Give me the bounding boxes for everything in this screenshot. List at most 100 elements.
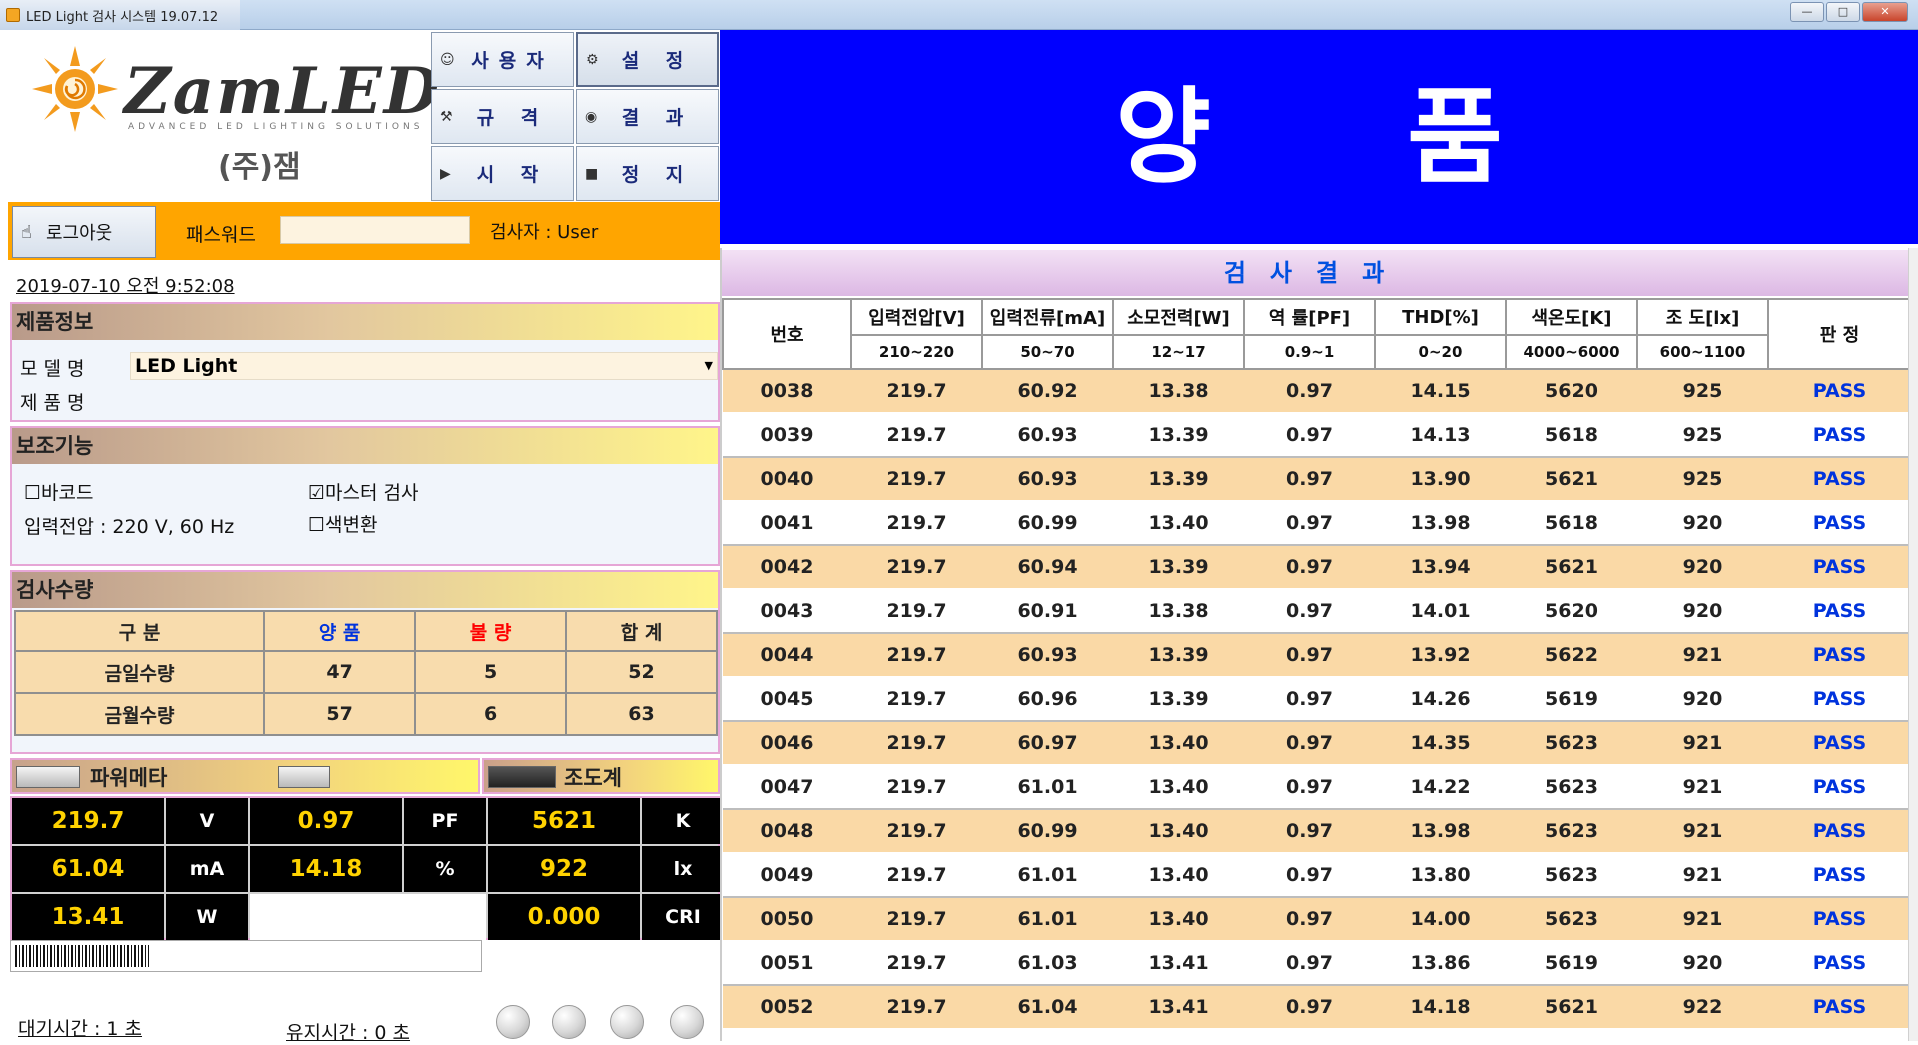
model-value: LED Light <box>135 355 238 377</box>
table-row[interactable]: 0044 219.7 60.93 13.39 0.97 13.92 5622 921 PASS <box>723 632 1911 678</box>
table-cell: 13.40 <box>1113 720 1244 766</box>
table-cell: 920 <box>1637 500 1768 546</box>
table-cell: 13.92 <box>1375 632 1506 678</box>
judgement-cell: PASS <box>1768 456 1911 502</box>
aux-header: 보조기능 <box>12 428 718 464</box>
table-cell: 13.98 <box>1375 500 1506 546</box>
table-row[interactable]: 0051 219.7 61.03 13.41 0.97 13.86 5619 920 PASS <box>723 940 1911 986</box>
table-cell: 14.35 <box>1375 720 1506 766</box>
table-row[interactable]: 0047 219.7 61.01 13.40 0.97 14.22 5623 921 PASS <box>723 764 1911 810</box>
table-cell: 5623 <box>1506 720 1637 766</box>
settings-button[interactable]: ⚙ 설 정 <box>576 32 719 87</box>
judgement-cell: PASS <box>1768 588 1911 634</box>
table-row[interactable]: 0050 219.7 61.01 13.40 0.97 14.00 5623 921 PASS <box>723 896 1911 942</box>
table-cell: 13.38 <box>1113 368 1244 414</box>
count-month-bad: 6 <box>414 692 568 736</box>
current-unit: mA <box>166 846 248 892</box>
judgement-cell: PASS <box>1768 500 1911 546</box>
stop-button[interactable]: ■ 정 지 <box>576 146 719 201</box>
barcode-input[interactable] <box>10 940 482 972</box>
table-cell: 14.26 <box>1375 676 1506 722</box>
table-cell: 60.93 <box>982 412 1113 458</box>
table-cell: 5623 <box>1506 896 1637 942</box>
user-button[interactable]: ☺ 사용자 <box>431 32 574 87</box>
table-row[interactable]: 0043 219.7 60.91 13.38 0.97 14.01 5620 920 PASS <box>723 588 1911 634</box>
table-cell: 920 <box>1637 940 1768 986</box>
password-input[interactable] <box>280 216 470 244</box>
color-conversion-checkbox[interactable]: ☐색변환 <box>308 510 378 537</box>
table-cell: 13.40 <box>1113 808 1244 854</box>
table-row[interactable]: 0046 219.7 60.97 13.40 0.97 14.35 5623 921 PASS <box>723 720 1911 766</box>
count-col-bad: 불 량 <box>414 610 568 652</box>
table-row[interactable]: 0045 219.7 60.96 13.39 0.97 14.26 5619 920 PASS <box>723 676 1911 722</box>
result-icon: ◉ <box>585 108 598 125</box>
table-cell: 13.38 <box>1113 588 1244 634</box>
table-row[interactable]: 0042 219.7 60.94 13.39 0.97 13.94 5621 920 PASS <box>723 544 1911 590</box>
table-cell: 60.94 <box>982 544 1113 590</box>
thd-reading: 14.18 <box>250 846 402 892</box>
table-cell: 219.7 <box>851 500 982 546</box>
spec-button[interactable]: ⚒ 규 격 <box>431 89 574 144</box>
table-row[interactable]: 0048 219.7 60.99 13.40 0.97 13.98 5623 921 PASS <box>723 808 1911 854</box>
result-button[interactable]: ◉ 결 과 <box>576 89 719 144</box>
master-checkbox[interactable]: ☑마스터 검사 <box>308 478 419 505</box>
count-month-label: 금월수량 <box>13 692 266 736</box>
table-row[interactable]: 0049 219.7 61.01 13.40 0.97 13.80 5623 921 PASS <box>723 852 1911 898</box>
settings-button-label: 설 정 <box>621 50 694 72</box>
table-cell: 60.92 <box>982 368 1113 414</box>
table-row[interactable]: 0041 219.7 60.99 13.40 0.97 13.98 5618 920 PASS <box>723 500 1911 546</box>
table-cell: 921 <box>1637 896 1768 942</box>
play-icon: ▶ <box>440 165 451 182</box>
color-conversion-label: 색변환 <box>325 514 378 536</box>
power-meter-header: 파워메타 <box>10 758 480 794</box>
chevron-down-icon[interactable]: ▼ <box>705 353 713 379</box>
lux-meter-device-icon <box>488 766 556 788</box>
power-reading: 13.41 <box>12 894 164 940</box>
table-cell: 0047 <box>723 764 851 810</box>
minimize-button[interactable]: — <box>1790 2 1824 22</box>
voltage-unit: V <box>166 798 248 844</box>
checkbox-icon: ☐ <box>308 514 326 536</box>
table-cell: 925 <box>1637 456 1768 502</box>
power-meter-title: 파워메타 <box>90 766 168 790</box>
start-button[interactable]: ▶ 시 작 <box>431 146 574 201</box>
close-button[interactable]: ✕ <box>1862 2 1908 22</box>
judgement-cell: PASS <box>1768 544 1911 590</box>
table-cell: 922 <box>1637 984 1768 1030</box>
table-cell: 60.91 <box>982 588 1113 634</box>
table-cell: 0.97 <box>1244 676 1375 722</box>
brand-tagline: ADVANCED LED LIGHTING SOLUTIONS <box>128 122 424 132</box>
stop-button-label: 정 지 <box>621 164 694 186</box>
table-row[interactable]: 0040 219.7 60.93 13.39 0.97 13.90 5621 925 PASS <box>723 456 1911 502</box>
barcode-checkbox[interactable]: ☐바코드 <box>24 478 94 505</box>
table-cell: 13.90 <box>1375 456 1506 502</box>
table-row[interactable]: 0052 219.7 61.04 13.41 0.97 14.18 5621 922 PASS <box>723 984 1911 1030</box>
range-thd: 0~20 <box>1374 334 1507 370</box>
table-cell: 0.97 <box>1244 896 1375 942</box>
table-cell: 13.98 <box>1375 808 1506 854</box>
table-cell: 219.7 <box>851 984 982 1030</box>
password-label: 패스워드 <box>186 224 256 246</box>
logout-button[interactable]: ☝ 로그아웃 <box>12 206 156 258</box>
table-cell: 14.18 <box>1375 984 1506 1030</box>
maximize-button[interactable]: □ <box>1826 2 1860 22</box>
table-cell: 13.39 <box>1113 412 1244 458</box>
table-cell: 920 <box>1637 588 1768 634</box>
table-cell: 14.15 <box>1375 368 1506 414</box>
fingerprint-icon: ☝ <box>21 221 32 243</box>
judgement-banner: 양 품 <box>720 30 1918 244</box>
meter-blank <box>250 894 486 940</box>
table-cell: 5618 <box>1506 412 1637 458</box>
range-current: 50~70 <box>981 334 1114 370</box>
power-unit: W <box>166 894 248 940</box>
voltage-info: 입력전압 : 220 V, 60 Hz <box>24 516 235 538</box>
model-select[interactable]: LED Light ▼ <box>130 352 718 380</box>
window-controls: — □ ✕ <box>1790 2 1908 22</box>
col-thd: THD[%] <box>1374 298 1507 336</box>
results-scrollbar[interactable] <box>1908 248 1918 1041</box>
brand-logo-text: ZamLED <box>124 54 442 129</box>
checkbox-checked-icon: ☑ <box>308 482 326 504</box>
table-row[interactable]: 0038 219.7 60.92 13.38 0.97 14.15 5620 925 PASS <box>723 368 1911 414</box>
table-row[interactable]: 0039 219.7 60.93 13.39 0.97 14.13 5618 925 PASS <box>723 412 1911 458</box>
user-button-label: 사용자 <box>471 50 554 72</box>
